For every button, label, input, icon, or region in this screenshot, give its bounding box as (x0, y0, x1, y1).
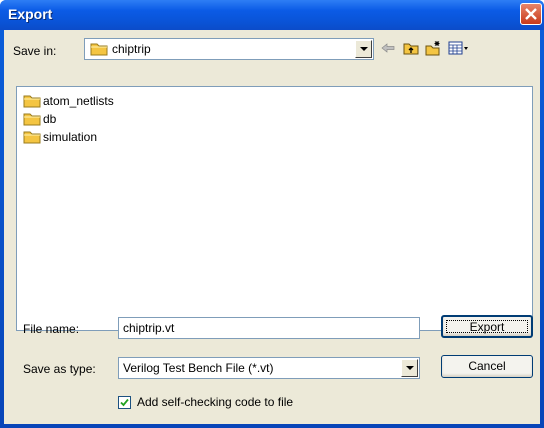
list-item[interactable]: db (23, 111, 56, 127)
folder-icon (23, 113, 41, 126)
close-icon (525, 8, 537, 20)
self-checking-option[interactable]: Add self-checking code to file (118, 395, 293, 409)
file-name: db (43, 112, 57, 126)
export-dialog: Export Save in: chiptrip atom_netlists d… (0, 0, 544, 428)
save-as-type-dropdown[interactable]: Verilog Test Bench File (*.vt) (118, 357, 420, 379)
close-button[interactable] (520, 3, 542, 25)
view-menu-button[interactable] (445, 37, 473, 59)
list-item[interactable]: simulation (23, 129, 97, 145)
file-name-field[interactable]: chiptrip.vt (118, 317, 420, 339)
file-name: simulation (43, 130, 98, 144)
title-bar[interactable]: Export (0, 0, 544, 30)
window-bottom-border (0, 424, 544, 428)
checkmark-icon (120, 398, 129, 406)
file-name: atom_netlists (43, 94, 114, 108)
focus-rect (446, 320, 528, 333)
new-folder-button[interactable] (422, 37, 444, 59)
cancel-button-label: Cancel (468, 359, 506, 373)
cancel-button[interactable]: Cancel (441, 355, 533, 378)
export-button[interactable]: Export (441, 315, 533, 338)
save-in-dropdown-arrow[interactable] (355, 40, 372, 58)
save-in-dropdown[interactable]: chiptrip (84, 38, 374, 60)
folder-icon (90, 43, 108, 56)
save-as-type-dropdown-arrow[interactable] (401, 359, 418, 377)
self-checking-label: Add self-checking code to file (137, 395, 294, 409)
save-in-value: chiptrip (112, 42, 151, 56)
up-folder-button[interactable] (400, 37, 422, 59)
back-button[interactable] (377, 37, 399, 59)
list-item[interactable]: atom_netlists (23, 93, 114, 109)
dialog-body: Save in: chiptrip atom_netlists db simul… (4, 30, 540, 424)
new-folder-icon (425, 41, 440, 56)
back-arrow-icon (381, 43, 395, 53)
file-name-label: File name: (23, 322, 80, 336)
folder-icon (23, 131, 41, 144)
self-checking-checkbox[interactable] (118, 395, 131, 409)
save-as-type-value: Verilog Test Bench File (*.vt) (123, 361, 274, 375)
up-folder-icon (403, 43, 419, 55)
file-list[interactable]: atom_netlists db simulation (16, 86, 533, 331)
save-as-type-label: Save as type: (23, 362, 96, 376)
save-in-label: Save in: (13, 44, 57, 58)
folder-icon (23, 95, 41, 108)
view-menu-icon (448, 41, 468, 55)
dialog-title: Export (8, 6, 53, 22)
